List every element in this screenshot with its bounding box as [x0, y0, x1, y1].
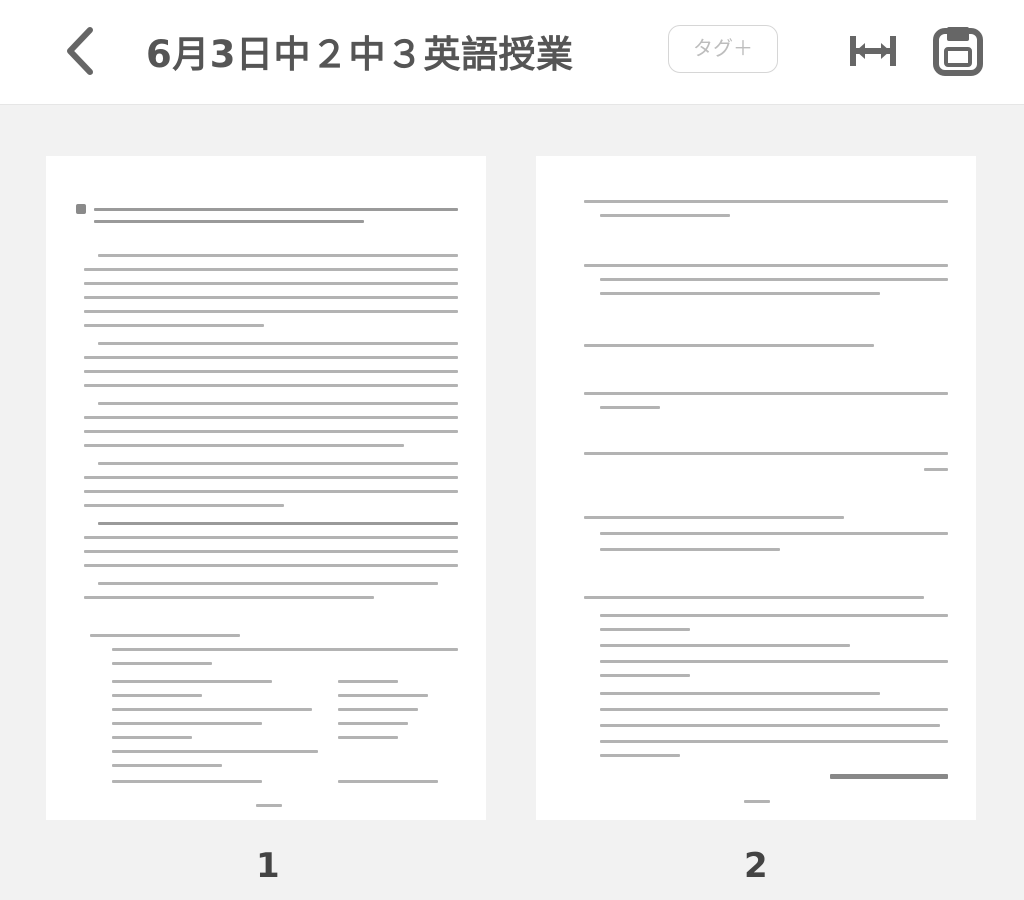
text-line — [584, 264, 948, 267]
text-line — [84, 356, 458, 359]
text-line — [84, 268, 458, 271]
page-number-label: 2 — [744, 846, 768, 886]
question-marker — [76, 204, 86, 214]
text-line — [84, 550, 458, 553]
text-line — [600, 532, 948, 535]
text-line — [600, 644, 850, 647]
text-line — [600, 708, 948, 711]
text-line — [600, 660, 948, 663]
text-line — [338, 694, 428, 697]
page-number-label: 1 — [256, 846, 280, 886]
text-line — [338, 680, 398, 683]
save-icon — [933, 27, 983, 76]
text-line — [84, 384, 458, 387]
text-line — [600, 724, 940, 727]
text-line — [84, 430, 458, 433]
text-line — [338, 722, 408, 725]
text-line — [600, 292, 880, 295]
text-line — [600, 740, 948, 743]
text-line — [98, 342, 458, 345]
text-line — [338, 708, 418, 711]
text-line — [84, 490, 458, 493]
text-line — [112, 780, 262, 783]
text-line — [98, 402, 458, 405]
text-line — [84, 282, 458, 285]
text-line — [584, 452, 948, 455]
text-line — [600, 406, 660, 409]
text-line — [84, 504, 284, 507]
text-line — [600, 614, 948, 617]
text-line — [84, 296, 458, 299]
text-line — [112, 680, 272, 683]
text-line — [112, 694, 202, 697]
text-line — [84, 324, 264, 327]
text-line — [112, 764, 222, 767]
fit-width-icon — [850, 36, 896, 66]
text-line — [112, 708, 312, 711]
top-bar: 6月3日中２中３英語授業 タグ＋ — [0, 0, 1024, 105]
fit-width-button[interactable] — [848, 34, 898, 68]
text-line — [338, 736, 398, 739]
text-line — [584, 344, 874, 347]
text-line — [98, 522, 458, 525]
text-line — [600, 548, 780, 551]
text-line — [98, 462, 458, 465]
text-line — [600, 674, 690, 677]
page-thumbnail-1[interactable] — [46, 156, 486, 820]
document-title: 6月3日中２中３英語授業 — [146, 33, 574, 76]
text-line — [338, 780, 438, 783]
text-line — [84, 310, 458, 313]
text-line — [98, 254, 458, 257]
text-line — [584, 516, 844, 519]
text-line — [84, 370, 458, 373]
text-line — [94, 220, 364, 223]
text-line — [84, 476, 458, 479]
text-line — [600, 628, 690, 631]
text-line — [112, 662, 212, 665]
text-line — [84, 596, 374, 599]
chevron-left-icon — [67, 27, 93, 75]
text-line — [924, 468, 948, 471]
text-line — [84, 444, 404, 447]
save-button[interactable] — [932, 25, 984, 77]
text-line — [600, 278, 948, 281]
text-line — [584, 596, 924, 599]
text-line — [112, 750, 318, 753]
page-thumbnail-2[interactable] — [536, 156, 976, 820]
text-line — [600, 692, 880, 695]
text-line — [84, 536, 458, 539]
text-line — [584, 200, 948, 203]
text-line — [112, 722, 262, 725]
text-line — [84, 416, 458, 419]
text-line — [98, 582, 438, 585]
text-line — [90, 634, 240, 637]
text-line — [112, 736, 192, 739]
back-button[interactable] — [58, 26, 102, 76]
text-line — [830, 774, 948, 779]
add-tag-button[interactable]: タグ＋ — [668, 25, 778, 73]
page-footer-number — [744, 800, 770, 803]
page-footer-number — [256, 804, 282, 807]
text-line — [584, 392, 948, 395]
text-line — [84, 564, 458, 567]
text-line — [94, 208, 458, 211]
text-line — [112, 648, 458, 651]
text-line — [600, 214, 730, 217]
text-line — [600, 754, 680, 757]
